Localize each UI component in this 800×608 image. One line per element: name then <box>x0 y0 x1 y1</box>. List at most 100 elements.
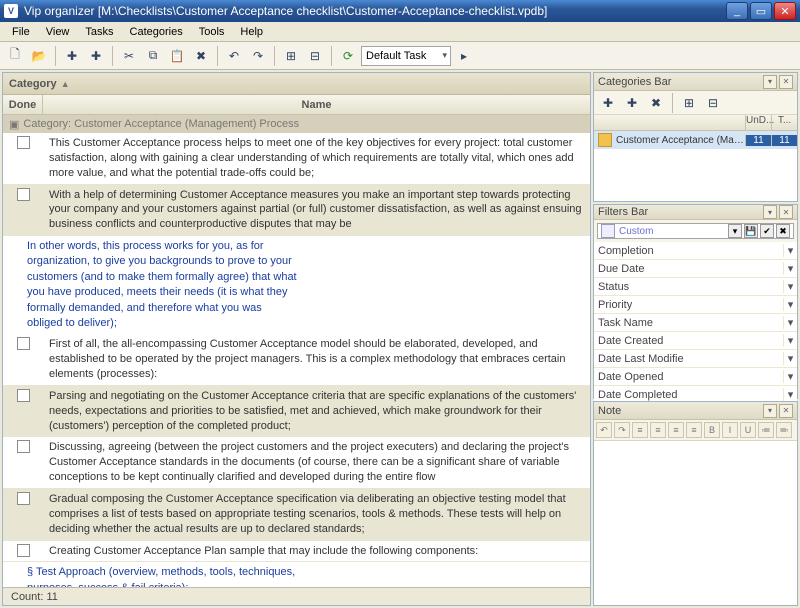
chevron-down-icon[interactable]: ▾ <box>783 334 797 347</box>
delete-icon[interactable]: ✖ <box>190 45 212 67</box>
task-text: Gradual composing the Customer Acceptanc… <box>43 489 590 540</box>
note-panel: Note ▾ ✕ ↶ ↷ ≡ ≡ ≡ ≡ B I U ≔ ≕ <box>593 401 798 606</box>
task-row[interactable]: Creating Customer Acceptance Plan sample… <box>3 541 590 563</box>
filter-clear-icon[interactable]: ✖ <box>776 224 790 238</box>
done-checkbox[interactable] <box>17 188 30 201</box>
panel-menu-icon[interactable]: ▾ <box>763 404 777 418</box>
numbering-icon[interactable]: ≕ <box>776 422 792 438</box>
task-row[interactable]: Gradual composing the Customer Acceptanc… <box>3 489 590 541</box>
note-redo-icon[interactable]: ↷ <box>614 422 630 438</box>
italic-icon[interactable]: I <box>722 422 738 438</box>
panel-menu-icon[interactable]: ▾ <box>763 205 777 219</box>
panel-close-icon[interactable]: ✕ <box>779 75 793 89</box>
new-file-icon[interactable]: 🗋 <box>4 45 26 67</box>
note-undo-icon[interactable]: ↶ <box>596 422 612 438</box>
chevron-down-icon[interactable]: ▾ <box>783 298 797 311</box>
sort-asc-icon: ▲ <box>61 79 70 89</box>
menu-categories[interactable]: Categories <box>122 24 191 40</box>
done-checkbox[interactable] <box>17 544 30 557</box>
filter-field[interactable]: Priority▾ <box>594 296 797 314</box>
new-category-icon[interactable]: ✚ <box>597 92 619 114</box>
task-row[interactable]: With a help of determining Customer Acce… <box>3 185 590 237</box>
main-toolbar: 🗋 📂 ✚ ✚ ✂ ⧉ 📋 ✖ ↶ ↷ ⊞ ⊟ ⟳ Default Task ▸ <box>0 42 800 70</box>
panel-close-icon[interactable]: ✕ <box>779 205 793 219</box>
done-checkbox[interactable] <box>17 389 30 402</box>
undo-icon[interactable]: ↶ <box>223 45 245 67</box>
bold-icon[interactable]: B <box>704 422 720 438</box>
filter-field[interactable]: Date Last Modifie▾ <box>594 350 797 368</box>
menu-help[interactable]: Help <box>232 24 271 40</box>
filter-save-icon[interactable]: 💾 <box>744 224 758 238</box>
menu-tools[interactable]: Tools <box>191 24 233 40</box>
task-row[interactable]: Parsing and negotiating on the Customer … <box>3 386 590 438</box>
new-subtask-icon[interactable]: ✚ <box>85 45 107 67</box>
filter-apply-icon[interactable]: ✔ <box>760 224 774 238</box>
col-total[interactable]: T... <box>771 115 797 130</box>
apply-icon[interactable]: ▸ <box>453 45 475 67</box>
column-name[interactable]: Name <box>43 95 590 114</box>
copy-icon[interactable]: ⧉ <box>142 45 164 67</box>
paste-icon[interactable]: 📋 <box>166 45 188 67</box>
done-checkbox[interactable] <box>17 337 30 350</box>
chevron-down-icon[interactable]: ▾ <box>783 370 797 383</box>
menu-view[interactable]: View <box>38 24 78 40</box>
bullets-icon[interactable]: ≔ <box>758 422 774 438</box>
underline-icon[interactable]: U <box>740 422 756 438</box>
chevron-down-icon[interactable]: ▾ <box>783 388 797 401</box>
chevron-down-icon[interactable]: ▾ <box>783 316 797 329</box>
grid-column-headers: Done Name <box>3 95 590 115</box>
chevron-down-icon[interactable]: ▾ <box>783 352 797 365</box>
collapse-icon[interactable]: ⊟ <box>304 45 326 67</box>
close-button[interactable]: ✕ <box>774 2 796 20</box>
align-justify-icon[interactable]: ≡ <box>686 422 702 438</box>
column-done[interactable]: Done <box>3 95 43 114</box>
cat-collapse-icon[interactable]: ⊟ <box>702 92 724 114</box>
filter-preset-dropdown[interactable]: Custom ▾ 💾 ✔ ✖ <box>597 223 794 239</box>
note-title: Note <box>598 405 621 417</box>
refresh-icon[interactable]: ⟳ <box>337 45 359 67</box>
task-template-dropdown[interactable]: Default Task <box>361 46 451 66</box>
chevron-down-icon[interactable]: ▾ <box>783 244 797 257</box>
chevron-down-icon[interactable]: ▾ <box>783 280 797 293</box>
done-checkbox[interactable] <box>17 136 30 149</box>
menu-file[interactable]: File <box>4 24 38 40</box>
align-right-icon[interactable]: ≡ <box>668 422 684 438</box>
redo-icon[interactable]: ↷ <box>247 45 269 67</box>
done-checkbox[interactable] <box>17 440 30 453</box>
chevron-down-icon[interactable]: ▾ <box>783 262 797 275</box>
cut-icon[interactable]: ✂ <box>118 45 140 67</box>
done-checkbox[interactable] <box>17 492 30 505</box>
task-text: First of all, the all-encompassing Custo… <box>43 334 590 385</box>
align-center-icon[interactable]: ≡ <box>650 422 666 438</box>
filter-field[interactable]: Date Created▾ <box>594 332 797 350</box>
category-group-row[interactable]: ▣Category: Customer Acceptance (Manageme… <box>3 115 590 133</box>
col-undone[interactable]: UnD... <box>745 115 771 130</box>
grid-body[interactable]: ▣Category: Customer Acceptance (Manageme… <box>3 115 590 587</box>
task-row[interactable]: First of all, the all-encompassing Custo… <box>3 334 590 386</box>
task-note: § Test Approach (overview, methods, tool… <box>3 562 590 587</box>
dropdown-icon[interactable]: ▾ <box>728 224 742 238</box>
categories-panel: Categories Bar ▾ ✕ ✚ ✚ ✖ ⊞ ⊟ UnD... T... <box>593 72 798 202</box>
filter-field[interactable]: Completion▾ <box>594 242 797 260</box>
category-tree-item[interactable]: Customer Acceptance (Management) Process… <box>594 131 797 149</box>
menu-tasks[interactable]: Tasks <box>77 24 121 40</box>
group-by-header[interactable]: Category▲ <box>3 73 590 95</box>
filter-field[interactable]: Task Name▾ <box>594 314 797 332</box>
task-row[interactable]: Discussing, agreeing (between the projec… <box>3 437 590 489</box>
new-subcategory-icon[interactable]: ✚ <box>621 92 643 114</box>
filter-field[interactable]: Date Opened▾ <box>594 368 797 386</box>
open-file-icon[interactable]: 📂 <box>28 45 50 67</box>
align-left-icon[interactable]: ≡ <box>632 422 648 438</box>
note-editor[interactable] <box>594 441 797 605</box>
expand-icon[interactable]: ⊞ <box>280 45 302 67</box>
maximize-button[interactable]: ▭ <box>750 2 772 20</box>
panel-menu-icon[interactable]: ▾ <box>763 75 777 89</box>
filter-field[interactable]: Status▾ <box>594 278 797 296</box>
panel-close-icon[interactable]: ✕ <box>779 404 793 418</box>
task-row[interactable]: This Customer Acceptance process helps t… <box>3 133 590 185</box>
delete-category-icon[interactable]: ✖ <box>645 92 667 114</box>
new-task-icon[interactable]: ✚ <box>61 45 83 67</box>
cat-expand-icon[interactable]: ⊞ <box>678 92 700 114</box>
filter-field[interactable]: Due Date▾ <box>594 260 797 278</box>
minimize-button[interactable]: _ <box>726 2 748 20</box>
